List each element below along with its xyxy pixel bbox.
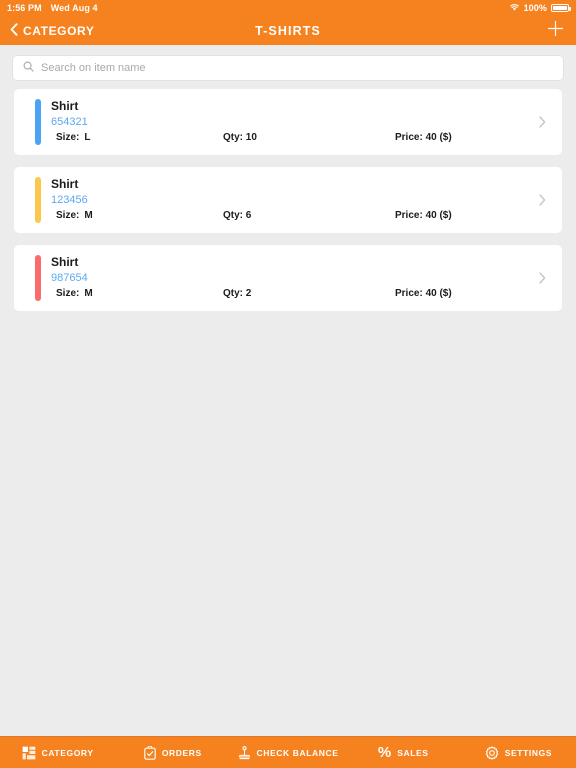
- battery-full-icon: [551, 4, 571, 12]
- search-box[interactable]: [12, 55, 564, 81]
- battery-percent-label: 100%: [523, 3, 547, 13]
- status-bar: 1:56 PM Wed Aug 4 100%: [0, 0, 576, 16]
- gear-icon: [485, 745, 499, 760]
- add-item-button[interactable]: [544, 20, 566, 42]
- item-price: Price: 40 ($): [395, 132, 452, 143]
- item-sku: 654321: [51, 116, 88, 128]
- tab-check-balance[interactable]: CHECK BALANCE: [230, 745, 345, 760]
- item-detail-row: Size: L Qty: 10 Price: 40 ($): [51, 131, 562, 145]
- tab-category[interactable]: CATEGORY: [0, 746, 115, 760]
- item-name: Shirt: [51, 255, 79, 269]
- wifi-icon: [509, 3, 520, 14]
- item-size-label: Size:: [56, 210, 80, 221]
- item-size-value: L: [84, 132, 91, 143]
- status-time: 1:56 PM: [7, 3, 42, 13]
- status-date: Wed Aug 4: [50, 3, 98, 13]
- plus-icon: [547, 20, 564, 42]
- item-qty: Qty: 2: [223, 288, 252, 299]
- item-sku: 123456: [51, 194, 88, 206]
- chevron-right-icon[interactable]: [539, 194, 546, 206]
- item-name: Shirt: [51, 99, 79, 113]
- tab-bar: CATEGORY ORDERS CHECK BALANCE % SALES SE…: [0, 736, 576, 768]
- item-card-body: Shirt 654321 Size: L Qty: 10 Price: 40 ($…: [41, 99, 562, 145]
- item-card[interactable]: Shirt 123456 Size: M Qty: 6 Price: 40 ($): [14, 167, 562, 233]
- search-input[interactable]: [41, 62, 553, 74]
- app-root: 1:56 PM Wed Aug 4 100% CATEGORY T-SHIRTS…: [0, 0, 576, 768]
- search-icon: [23, 59, 34, 77]
- back-button-label: CATEGORY: [23, 23, 95, 38]
- search-section: [0, 45, 576, 89]
- status-right-group: 100%: [509, 3, 571, 14]
- back-button[interactable]: CATEGORY: [10, 22, 95, 39]
- item-size: Size: L: [51, 131, 223, 145]
- tab-sales[interactable]: % SALES: [346, 745, 461, 760]
- item-size-value: M: [84, 288, 93, 299]
- tab-label: ORDERS: [161, 747, 202, 758]
- item-size: Size: M: [51, 287, 223, 301]
- tab-label: CHECK BALANCE: [256, 747, 339, 758]
- item-sku: 987654: [51, 272, 88, 284]
- tab-settings[interactable]: SETTINGS: [461, 745, 576, 760]
- chevron-right-icon[interactable]: [539, 272, 546, 284]
- item-detail-row: Size: M Qty: 6 Price: 40 ($): [51, 209, 562, 223]
- item-card-body: Shirt 987654 Size: M Qty: 2 Price: 40 ($): [41, 255, 562, 301]
- grid-blocks-icon: [22, 746, 36, 760]
- item-price: Price: 40 ($): [395, 288, 452, 299]
- tab-label: CATEGORY: [41, 747, 94, 758]
- clipboard-check-icon: [144, 745, 156, 760]
- item-list: Shirt 654321 Size: L Qty: 10 Price: 40 ($…: [0, 89, 576, 736]
- item-qty: Qty: 10: [223, 132, 257, 143]
- navigation-bar: CATEGORY T-SHIRTS: [0, 16, 576, 45]
- item-card[interactable]: Shirt 654321 Size: L Qty: 10 Price: 40 ($…: [14, 89, 562, 155]
- item-size-label: Size:: [56, 132, 80, 143]
- balance-scale-icon: [238, 745, 251, 760]
- item-card[interactable]: Shirt 987654 Size: M Qty: 2 Price: 40 ($): [14, 245, 562, 311]
- tab-label: SALES: [397, 747, 429, 758]
- tab-label: SETTINGS: [504, 747, 553, 758]
- item-card-body: Shirt 123456 Size: M Qty: 6 Price: 40 ($): [41, 177, 562, 223]
- tab-orders[interactable]: ORDERS: [115, 745, 230, 760]
- chevron-right-icon[interactable]: [539, 116, 546, 128]
- item-qty: Qty: 6: [223, 210, 252, 221]
- item-name: Shirt: [51, 177, 79, 191]
- item-size: Size: M: [51, 209, 223, 223]
- chevron-left-icon: [10, 22, 18, 39]
- item-size-value: M: [84, 210, 93, 221]
- item-size-label: Size:: [56, 288, 80, 299]
- item-price: Price: 40 ($): [395, 210, 452, 221]
- item-detail-row: Size: M Qty: 2 Price: 40 ($): [51, 287, 562, 301]
- percent-icon: %: [377, 744, 392, 761]
